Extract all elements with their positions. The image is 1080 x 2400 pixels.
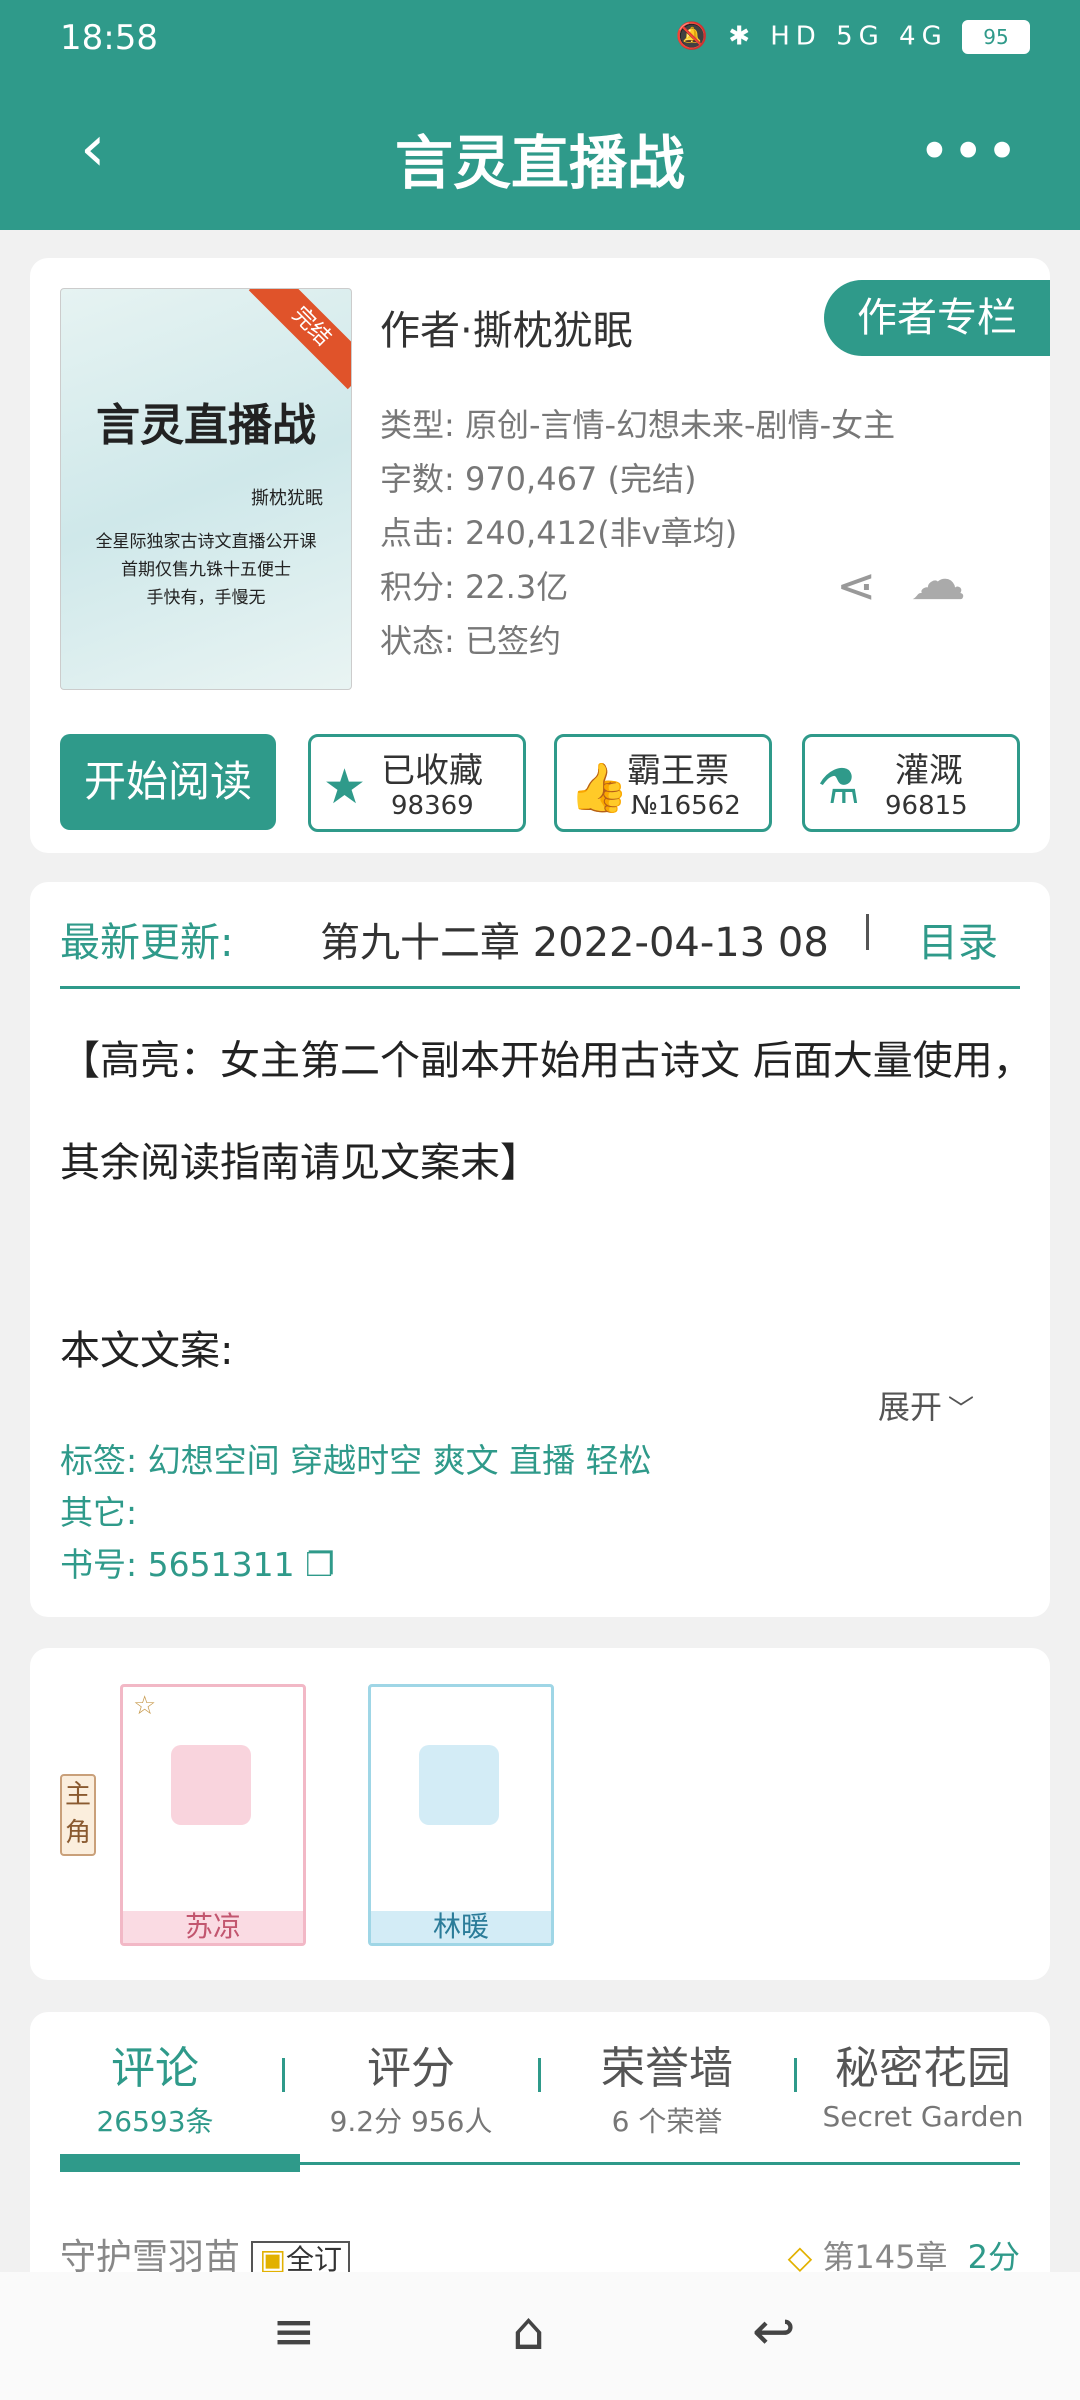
tab-secret-garden[interactable]: 秘密花园 Secret Garden <box>798 2032 1048 2133</box>
tab-divider <box>282 2058 285 2092</box>
collect-button[interactable]: ★ 已收藏 98369 <box>308 734 526 832</box>
cover-line: 全星际独家古诗文直播公开课 <box>95 532 317 552</box>
share-icon[interactable]: ⋖ <box>836 558 876 614</box>
avatar <box>171 1745 251 1825</box>
tab-rating[interactable]: 评分 9.2分 956人 <box>286 2032 536 2140</box>
character-card[interactable]: 林暖 <box>368 1684 554 1946</box>
character-card[interactable]: ☆ 苏凉 <box>120 1684 306 1946</box>
tab-subtitle: 9.2分 956人 <box>329 2105 493 2138</box>
book-points: 积分: 22.3亿 <box>380 568 569 606</box>
book-clicks: 点击: 240,412(非v章均) <box>380 514 738 552</box>
tags-row[interactable]: 标签: 幻想空间 穿越时空 爽文 直播 轻松 <box>60 1434 652 1482</box>
comment-chapter: 第145章 <box>822 2238 948 2276</box>
tab-title: 评分 <box>367 2043 455 2094</box>
character-name: 林暖 <box>371 1911 551 1943</box>
diamond-icon: ◇ <box>787 2238 813 2276</box>
system-nav-bar: ≡ ⌂ ↩ <box>0 2272 1080 2400</box>
chevron-down-icon: ﹀ <box>948 1395 975 1425</box>
tab-comments[interactable]: 评论 26593条 <box>30 2032 280 2140</box>
update-card: 最新更新: 第九十二章 2022-04-13 08 目录 【高亮：女主第二个副本… <box>30 882 1050 1617</box>
download-icon[interactable]: ☁ <box>910 548 966 613</box>
intro-heading: 本文文案: <box>60 1328 234 1374</box>
book-words: 字数: 970,467 (完结) <box>380 460 697 498</box>
character-name: 苏凉 <box>123 1911 303 1943</box>
author-name[interactable]: 作者·撕枕犹眠 <box>380 298 633 356</box>
vote-button[interactable]: 👍 霸王票 №16562 <box>554 734 772 832</box>
cover-author: 撕枕犹眠 <box>251 488 323 509</box>
water-count: 96815 <box>885 791 968 821</box>
tab-title: 荣誉墙 <box>601 2043 733 2094</box>
book-type: 类型: 原创-言情-幻想未来-剧情-女主 <box>380 406 896 444</box>
collect-label: 已收藏 <box>381 751 483 791</box>
tab-subtitle: 26593条 <box>96 2105 214 2138</box>
tab-divider <box>538 2058 541 2092</box>
avatar <box>419 1745 499 1825</box>
intro-text: 【高亮：女主第二个副本开始用古诗文 后面大量使用，其余阅读指南请见文案末】 <box>60 1038 1033 1186</box>
watering-icon: ⚗ <box>817 759 861 815</box>
expand-label: 展开 <box>878 1388 943 1426</box>
vote-count: №16562 <box>631 791 741 821</box>
tab-title: 秘密花园 <box>835 2043 1011 2094</box>
star-icon: ☆ <box>133 1691 157 1721</box>
status-bar: 18:58 🔕 ✱ HD 5G 4G 95 <box>0 0 1080 80</box>
protagonist-tag: 主角 <box>60 1774 96 1856</box>
water-label: 灌溉 <box>895 751 963 791</box>
book-number-row: 书号: 5651311 ❐ <box>60 1538 335 1586</box>
divider <box>60 986 1020 989</box>
comments-card: 评论 26593条 评分 9.2分 956人 荣誉墙 6 个荣誉 秘密花园 Se… <box>30 2012 1050 2312</box>
tab-honor-wall[interactable]: 荣誉墙 6 个荣誉 <box>542 2032 792 2140</box>
status-time: 18:58 <box>60 18 158 58</box>
status-icons: 🔕 ✱ HD 5G 4G 95 <box>676 20 1030 54</box>
table-of-contents-button[interactable]: 目录 <box>918 910 998 968</box>
tab-subtitle: Secret Garden <box>822 2100 1024 2133</box>
tab-indicator <box>60 2154 300 2172</box>
thumb-up-icon: 👍 <box>569 760 629 816</box>
cover-line: 手快有，手慢无 <box>146 588 266 608</box>
comment-score: 2分 <box>967 2238 1020 2276</box>
tab-divider <box>794 2058 797 2092</box>
other-row: 其它: <box>60 1493 138 1532</box>
home-icon[interactable]: ⌂ <box>512 2302 545 2362</box>
cover-line: 首期仅售九铢十五便士 <box>121 560 291 580</box>
menu-icon[interactable]: ≡ <box>272 2302 316 2362</box>
characters-card: 主角 ☆ 苏凉 林暖 <box>30 1648 1050 1980</box>
star-icon: ★ <box>323 759 367 815</box>
copy-icon[interactable]: ❐ <box>305 1545 335 1584</box>
tab-title: 评论 <box>111 2043 199 2094</box>
water-button[interactable]: ⚗ 灌溉 96815 <box>802 734 1020 832</box>
book-cover[interactable]: 完结 言灵直播战 撕枕犹眠 全星际独家古诗文直播公开课 首期仅售九铢十五便士 手… <box>60 288 352 690</box>
battery-icon: 95 <box>962 20 1030 54</box>
more-menu-button[interactable]: ••• <box>918 120 1020 183</box>
vote-label: 霸王票 <box>627 751 729 791</box>
book-status: 状态: 已签约 <box>380 622 561 660</box>
book-number: 书号: 5651311 <box>60 1545 295 1584</box>
author-column-button[interactable]: 作者专栏 <box>824 280 1050 356</box>
latest-chapter[interactable]: 第九十二章 2022-04-13 08 <box>320 910 870 968</box>
completed-badge: 完结 <box>248 289 351 390</box>
start-reading-button[interactable]: 开始阅读 <box>60 734 276 830</box>
back-icon[interactable]: ↩ <box>752 2302 796 2362</box>
latest-update-label: 最新更新: <box>60 920 234 966</box>
expand-button[interactable]: 展开 ﹀ <box>878 1382 974 1428</box>
collect-count: 98369 <box>391 791 474 821</box>
app-header: ‹ 言灵直播战 ••• <box>0 80 1080 230</box>
divider <box>866 914 869 950</box>
tab-subtitle: 6 个荣誉 <box>611 2105 723 2138</box>
cover-title: 言灵直播战 <box>96 400 316 451</box>
book-info-card: 完结 言灵直播战 撕枕犹眠 全星际独家古诗文直播公开课 首期仅售九铢十五便士 手… <box>30 258 1050 853</box>
